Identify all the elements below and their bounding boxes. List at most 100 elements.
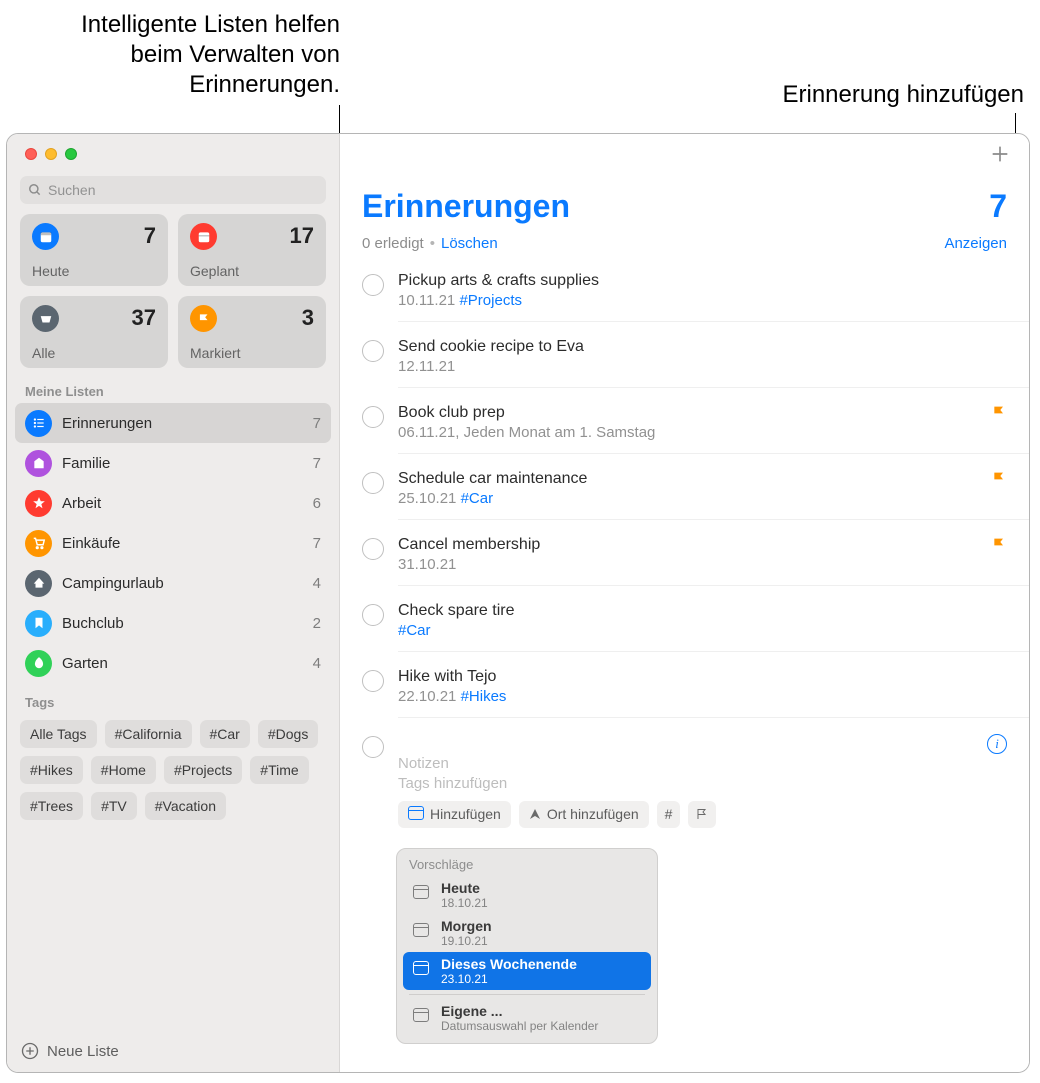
reminder-item[interactable]: Cancel membership 31.10.21 [362, 528, 1029, 594]
list-item-einkäufe[interactable]: Einkäufe 7 [15, 523, 331, 563]
main-pane: Erinnerungen 7 0 erledigt • Löschen Anze… [340, 134, 1029, 1072]
list-count: 7 [313, 455, 321, 472]
clear-completed-link[interactable]: Löschen [441, 235, 498, 252]
reminder-checkbox[interactable] [362, 340, 384, 362]
reminder-tag[interactable]: #Hikes [461, 688, 507, 705]
smart-count: 7 [144, 223, 156, 249]
list-icon [25, 450, 52, 477]
search-icon [28, 183, 42, 197]
list-item-buchclub[interactable]: Buchclub 2 [15, 603, 331, 643]
reminder-item[interactable]: Pickup arts & crafts supplies 10.11.21 #… [362, 264, 1029, 330]
list-count: 4 [313, 655, 321, 672]
callout-smart-lists: Intelligente Listen helfen beim Verwalte… [40, 10, 340, 100]
add-location-label: Ort hinzufügen [547, 806, 639, 822]
list-count: 7 [313, 535, 321, 552]
reminder-title: Cancel membership [398, 536, 540, 554]
reminder-item[interactable]: Check spare tire #Car [362, 594, 1029, 660]
calendar-icon [408, 806, 424, 823]
calendar-icon [411, 1005, 431, 1025]
tag-hikes[interactable]: #Hikes [20, 756, 83, 784]
tags-area: Alle Tags #California #Car #Dogs #Hikes #Home… [7, 714, 339, 828]
add-reminder-button[interactable] [989, 143, 1011, 165]
list-item-campingurlaub[interactable]: Campingurlaub 4 [15, 563, 331, 603]
add-flag-chip[interactable] [688, 801, 716, 828]
reminder-title: Check spare tire [398, 602, 515, 620]
reminder-list: Pickup arts & crafts supplies 10.11.21 #… [340, 264, 1029, 726]
new-list-button[interactable]: Neue Liste [7, 1032, 339, 1072]
reminder-checkbox[interactable] [362, 604, 384, 626]
suggestion-subtitle: 18.10.21 [441, 896, 488, 910]
smart-list-alle[interactable]: 37 Alle [20, 296, 168, 368]
notes-placeholder[interactable]: Notizen [398, 754, 1007, 774]
show-completed-link[interactable]: Anzeigen [944, 235, 1007, 252]
add-location-chip[interactable]: Ort hinzufügen [519, 801, 649, 828]
tag-dogs[interactable]: #Dogs [258, 720, 318, 748]
calendar-icon [411, 882, 431, 902]
reminder-item[interactable]: Send cookie recipe to Eva 12.11.21 [362, 330, 1029, 396]
reminder-checkbox[interactable] [362, 274, 384, 296]
reminder-checkbox[interactable] [362, 736, 384, 758]
tag-projects[interactable]: #Projects [164, 756, 242, 784]
tag-home[interactable]: #Home [91, 756, 156, 784]
reminder-checkbox[interactable] [362, 472, 384, 494]
reminder-item[interactable]: Book club prep 06.11.21, Jeden Monat am … [362, 396, 1029, 462]
tags-placeholder[interactable]: Tags hinzufügen [398, 774, 1007, 794]
reminder-title: Schedule car maintenance [398, 470, 587, 488]
list-label: Campingurlaub [62, 575, 303, 592]
list-item-familie[interactable]: Familie 7 [15, 443, 331, 483]
separator-dot: • [430, 235, 435, 252]
info-icon[interactable]: i [987, 734, 1007, 754]
reminder-checkbox[interactable] [362, 406, 384, 428]
search-input[interactable]: Suchen [20, 176, 326, 204]
reminder-checkbox[interactable] [362, 670, 384, 692]
flag-icon [991, 470, 1007, 486]
list-item-erinnerungen[interactable]: Erinnerungen 7 [15, 403, 331, 443]
reminder-tag[interactable]: #Car [461, 490, 494, 507]
new-reminder-row[interactable]: i Notizen Tags hinzufügen Hinzufügen Ort… [362, 726, 1029, 840]
add-date-chip[interactable]: Hinzufügen [398, 801, 511, 828]
close-window-icon[interactable] [25, 148, 37, 160]
smart-list-geplant[interactable]: 17 Geplant [178, 214, 326, 286]
flag-icon [190, 305, 217, 332]
reminder-meta: 25.10.21 #Car [398, 490, 1007, 507]
tag-california[interactable]: #California [105, 720, 192, 748]
sidebar: Suchen 7 Heute 17 Geplant 37 Alle 3 Mark… [7, 134, 340, 1072]
minimize-window-icon[interactable] [45, 148, 57, 160]
suggestion-title: Eigene ... [441, 1003, 598, 1019]
suggestion-item[interactable]: Morgen 19.10.21 [403, 914, 651, 952]
tag-car[interactable]: #Car [200, 720, 250, 748]
suggestions-header: Vorschläge [403, 857, 651, 876]
reminder-item[interactable]: Hike with Tejo 22.10.21 #Hikes [362, 660, 1029, 726]
reminder-meta: 12.11.21 [398, 358, 1007, 375]
list-icon [25, 650, 52, 677]
smart-count: 17 [290, 223, 314, 249]
smart-label: Geplant [190, 263, 314, 279]
smart-list-heute[interactable]: 7 Heute [20, 214, 168, 286]
smart-list-markiert[interactable]: 3 Markiert [178, 296, 326, 368]
tag-time[interactable]: #Time [250, 756, 308, 784]
reminder-tag[interactable]: #Projects [459, 292, 522, 309]
add-tag-chip[interactable]: # [657, 801, 681, 828]
fullscreen-window-icon[interactable] [65, 148, 77, 160]
list-item-garten[interactable]: Garten 4 [15, 643, 331, 683]
reminder-title: Send cookie recipe to Eva [398, 338, 584, 356]
reminder-title: Book club prep [398, 404, 505, 422]
smart-count: 37 [132, 305, 156, 331]
tag-alle-tags[interactable]: Alle Tags [20, 720, 97, 748]
hash-icon: # [665, 806, 673, 822]
reminder-checkbox[interactable] [362, 538, 384, 560]
list-item-arbeit[interactable]: Arbeit 6 [15, 483, 331, 523]
suggestion-item[interactable]: Dieses Wochenende 23.10.21 [403, 952, 651, 990]
suggestion-custom[interactable]: Eigene ... Datumsauswahl per Kalender [403, 999, 651, 1037]
tag-tv[interactable]: #TV [91, 792, 137, 820]
tag-vacation[interactable]: #Vacation [145, 792, 226, 820]
reminder-title: Hike with Tejo [398, 668, 496, 686]
reminder-item[interactable]: Schedule car maintenance 25.10.21 #Car [362, 462, 1029, 528]
suggestion-title: Dieses Wochenende [441, 956, 577, 972]
suggestion-item[interactable]: Heute 18.10.21 [403, 876, 651, 914]
smart-label: Alle [32, 345, 156, 361]
suggestion-title: Morgen [441, 918, 492, 934]
reminder-meta: #Car [398, 622, 1007, 639]
reminder-tag[interactable]: #Car [398, 622, 431, 639]
tag-trees[interactable]: #Trees [20, 792, 83, 820]
